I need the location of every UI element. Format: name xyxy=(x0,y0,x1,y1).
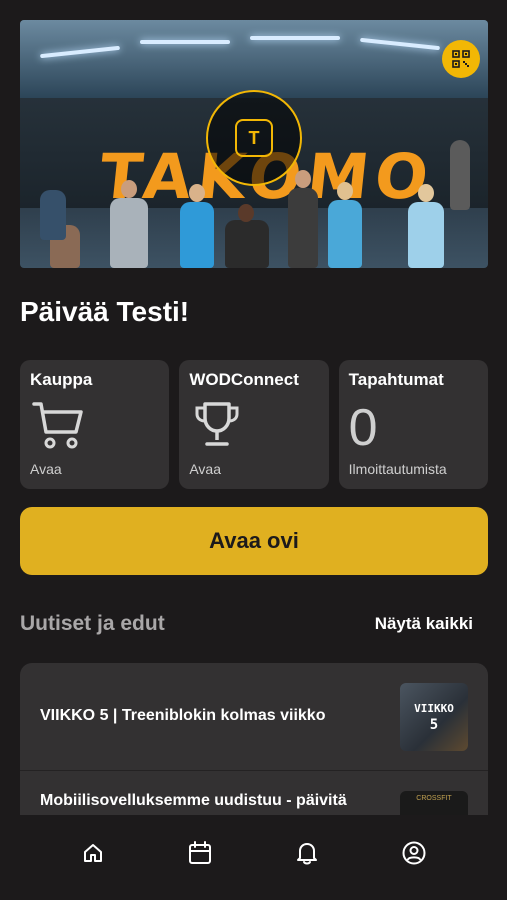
news-thumbnail: CROSSFIT xyxy=(400,791,468,815)
news-header: Uutiset ja edut Näytä kaikki xyxy=(20,612,473,636)
ceiling-light xyxy=(250,36,340,40)
nav-calendar[interactable] xyxy=(180,833,220,873)
tile-wodconnect[interactable]: WODConnect Avaa xyxy=(179,360,329,489)
gym-person xyxy=(450,140,470,210)
qr-code-button[interactable] xyxy=(442,40,480,78)
tile-title: Kauppa xyxy=(30,370,93,389)
bottom-navigation xyxy=(0,815,507,900)
gym-person-head xyxy=(337,182,353,200)
news-item-title: VIIKKO 5 | Treeniblokin kolmas viikko xyxy=(40,707,326,725)
gym-person xyxy=(40,190,66,240)
quick-tiles: Kauppa Avaa WODConnect Avaa Tapahtumat 0… xyxy=(20,360,488,489)
tile-subtitle: Avaa xyxy=(189,461,221,477)
nav-notifications[interactable] xyxy=(287,833,327,873)
ceiling-light xyxy=(140,40,230,44)
events-count: 0 xyxy=(348,399,378,457)
gym-person xyxy=(288,188,318,268)
gym-person xyxy=(225,220,269,268)
thumbnail-text: CROSSFIT xyxy=(416,795,452,802)
crossfit-logo: T xyxy=(206,90,302,186)
bell-icon xyxy=(296,842,317,864)
gym-person-head xyxy=(121,180,137,198)
gym-person xyxy=(180,202,214,268)
open-door-button[interactable]: Avaa ovi xyxy=(20,507,488,575)
gym-person-head xyxy=(418,184,434,202)
hero-image: TAKOMO T xyxy=(20,20,488,268)
home-icon xyxy=(84,843,103,862)
profile-icon xyxy=(402,841,426,864)
tile-title: WODConnect xyxy=(189,370,299,389)
show-all-link[interactable]: Näytä kaikki xyxy=(375,614,473,634)
news-section-title: Uutiset ja edut xyxy=(20,612,165,635)
tile-subtitle: Avaa xyxy=(30,461,62,477)
nav-profile[interactable] xyxy=(394,833,434,873)
news-item[interactable]: Mobiilisovelluksemme uudistuu - päivitä … xyxy=(20,771,488,815)
nav-home[interactable] xyxy=(73,833,113,873)
gym-person-head xyxy=(238,204,254,222)
logo-mark: T xyxy=(235,119,273,157)
greeting-title: Päivää Testi! xyxy=(20,296,190,327)
cart-icon xyxy=(32,402,83,449)
news-thumbnail: VIIKKO 5 xyxy=(400,683,468,751)
gym-person xyxy=(408,202,444,268)
hero-ceiling xyxy=(20,20,488,100)
calendar-icon xyxy=(189,840,212,864)
tile-tapahtumat[interactable]: Tapahtumat 0 Ilmoittautumista xyxy=(338,360,488,489)
news-item-title: Mobiilisovelluksemme uudistuu - päivitä xyxy=(40,792,347,809)
qr-code-icon xyxy=(452,50,470,68)
gym-person-head xyxy=(189,184,205,202)
news-list: VIIKKO 5 | Treeniblokin kolmas viikko VI… xyxy=(20,663,488,815)
gym-person xyxy=(110,198,148,268)
tile-kauppa[interactable]: Kauppa Avaa xyxy=(20,360,170,489)
news-item[interactable]: VIIKKO 5 | Treeniblokin kolmas viikko VI… xyxy=(20,663,488,771)
gym-person xyxy=(328,200,362,268)
gym-person-head xyxy=(295,170,311,188)
thumbnail-number: 5 xyxy=(429,716,439,733)
tile-subtitle: Ilmoittautumista xyxy=(348,461,447,477)
trophy-icon xyxy=(195,402,239,446)
tile-title: Tapahtumat xyxy=(348,370,444,389)
thumbnail-text: VIIKKO xyxy=(414,701,454,715)
